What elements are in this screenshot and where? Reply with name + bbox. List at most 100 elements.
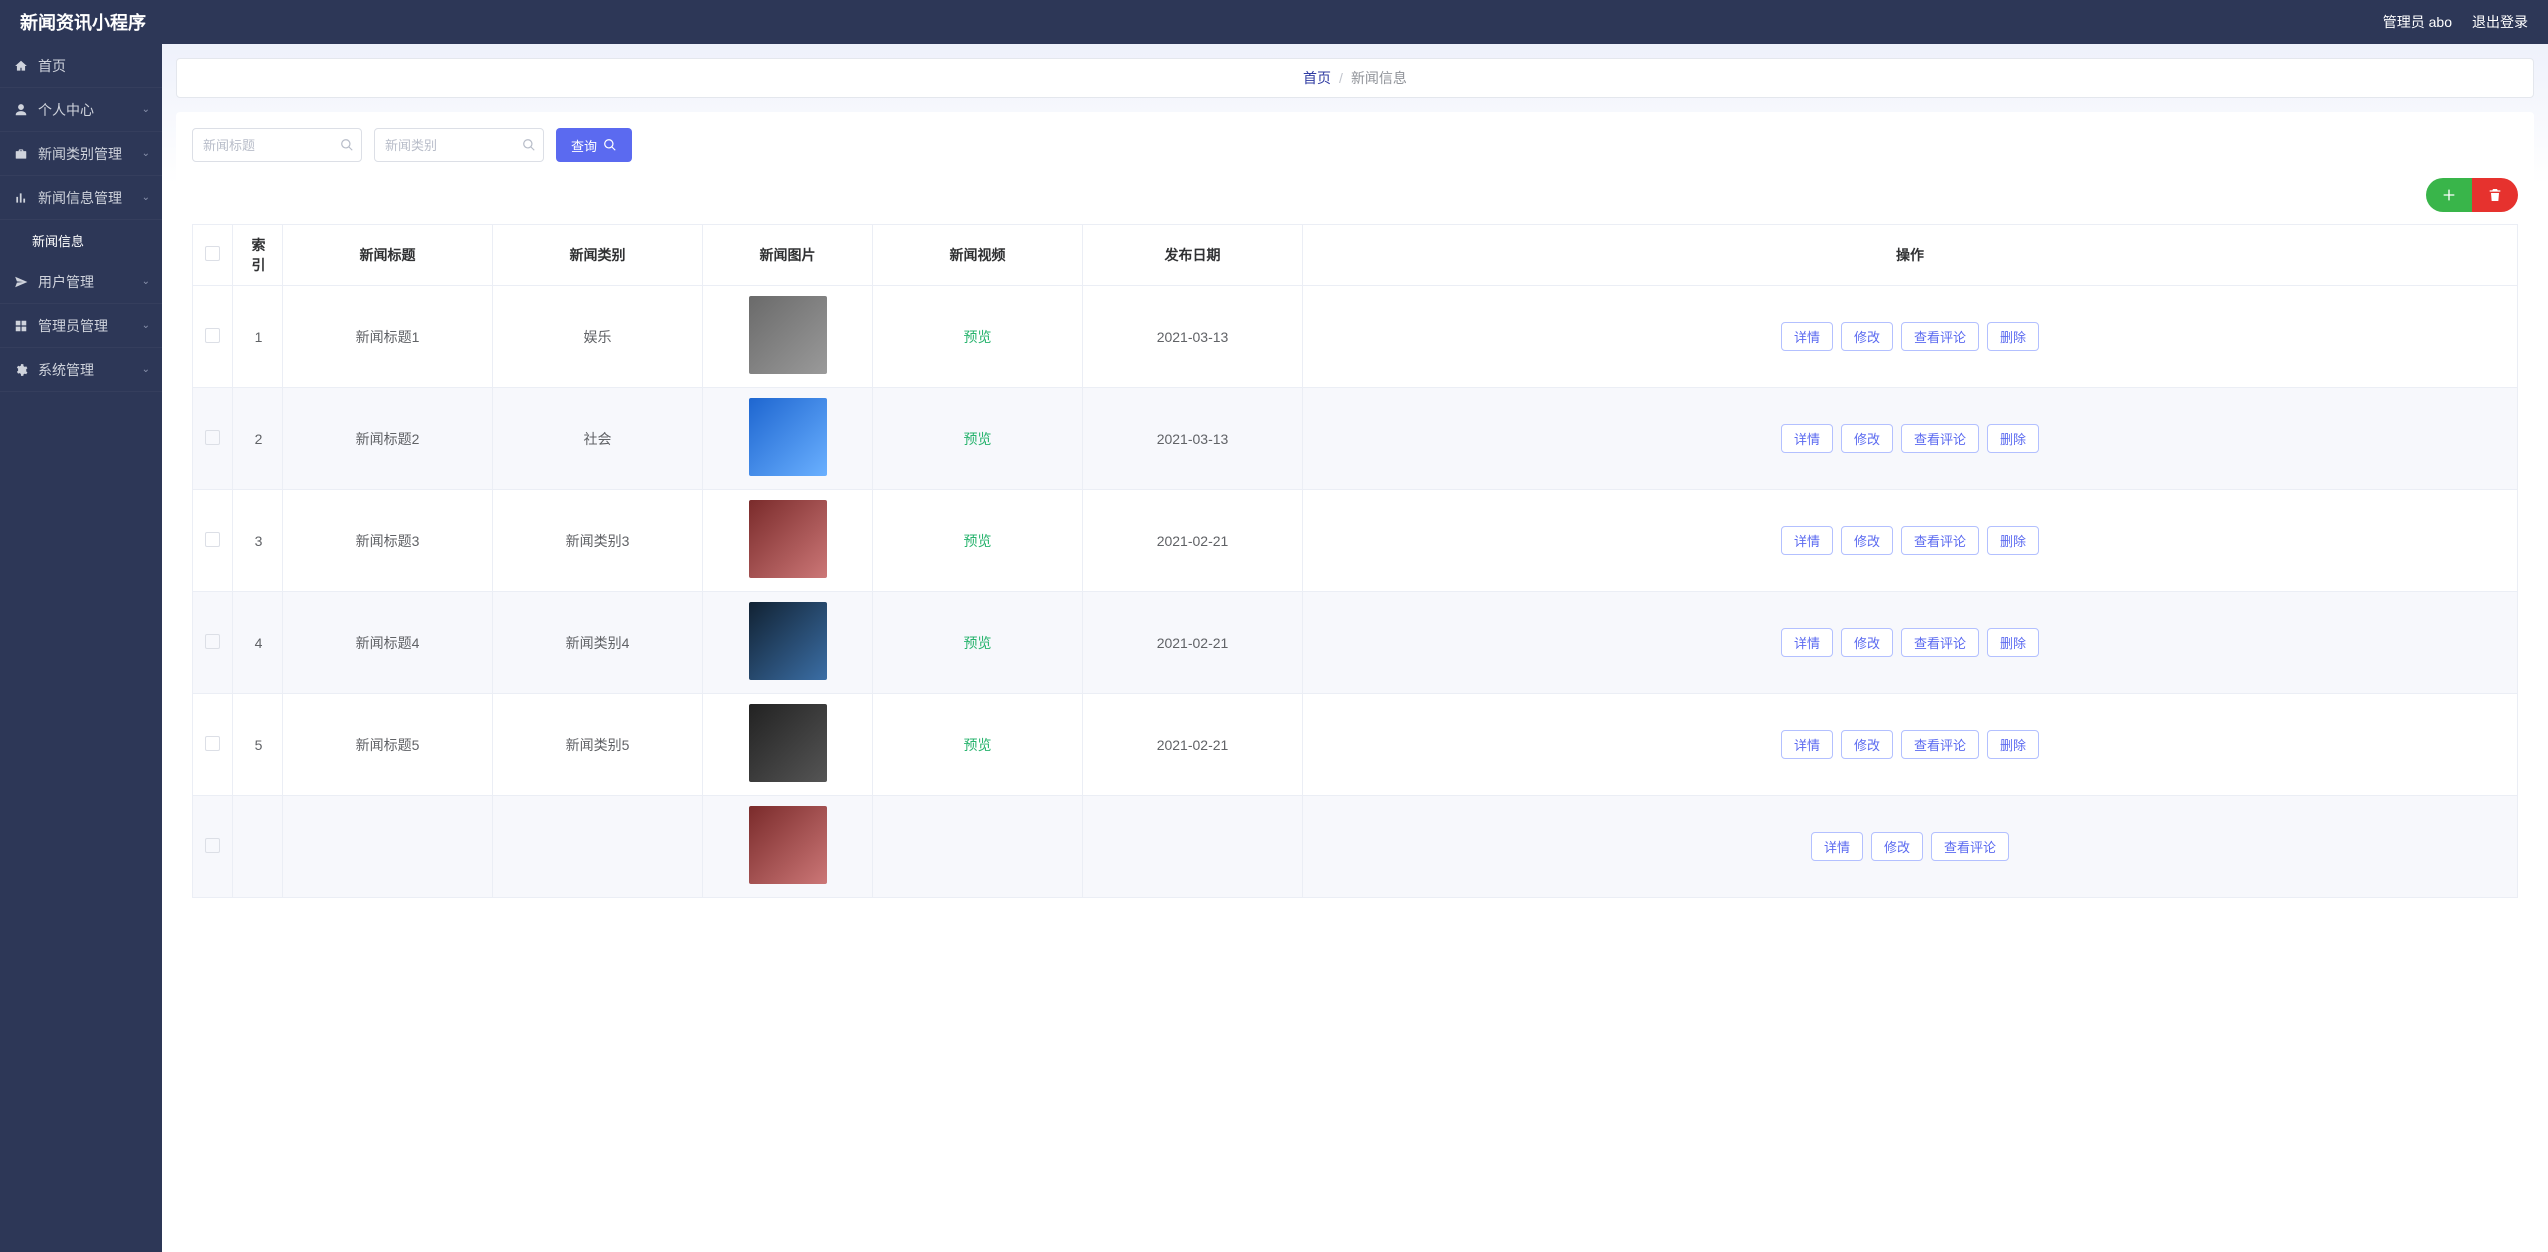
row-checkbox[interactable]	[205, 838, 220, 853]
th-video: 新闻视频	[873, 225, 1083, 286]
row-checkbox[interactable]	[205, 430, 220, 445]
cell-title: 新闻标题1	[283, 286, 493, 388]
breadcrumb-home[interactable]: 首页	[1303, 68, 1331, 88]
filter-toolbar: 查询	[192, 128, 2518, 162]
video-preview-link[interactable]: 预览	[964, 737, 992, 753]
delete-button[interactable]: 删除	[1987, 526, 2039, 555]
cell-image	[703, 694, 873, 796]
detail-button[interactable]: 详情	[1781, 628, 1833, 657]
cell-video: 预览	[873, 694, 1083, 796]
detail-button[interactable]: 详情	[1781, 730, 1833, 759]
edit-button[interactable]: 修改	[1841, 628, 1893, 657]
filter-category-input[interactable]	[374, 128, 544, 162]
cell-category: 新闻类别4	[493, 592, 703, 694]
edit-button[interactable]: 修改	[1841, 424, 1893, 453]
sidebar-subitem-news-info[interactable]: 新闻信息	[0, 220, 162, 260]
sidebar-item-label: 新闻信息管理	[38, 188, 122, 208]
cell-image	[703, 592, 873, 694]
detail-button[interactable]: 详情	[1781, 526, 1833, 555]
cell-title: 新闻标题4	[283, 592, 493, 694]
news-thumbnail[interactable]	[749, 704, 827, 782]
search-button-label: 查询	[571, 136, 597, 155]
delete-button[interactable]: 删除	[1987, 730, 2039, 759]
table-row: 4 新闻标题4 新闻类别4 预览 2021-02-21 详情 修改 查看评论 删…	[193, 592, 2518, 694]
row-checkbox[interactable]	[205, 328, 220, 343]
comments-button[interactable]: 查看评论	[1901, 526, 1979, 555]
breadcrumb-separator: /	[1339, 70, 1343, 86]
video-preview-link[interactable]: 预览	[964, 329, 992, 345]
sidebar-item-system[interactable]: 系统管理 ⌄	[0, 348, 162, 392]
search-button[interactable]: 查询	[556, 128, 632, 162]
sidebar-item-news[interactable]: 新闻信息管理 ⌄	[0, 176, 162, 220]
news-thumbnail[interactable]	[749, 806, 827, 884]
table-row: 2 新闻标题2 社会 预览 2021-03-13 详情 修改 查看评论 删除	[193, 388, 2518, 490]
delete-button[interactable]: 删除	[1987, 628, 2039, 657]
cell-title: 新闻标题5	[283, 694, 493, 796]
search-icon	[603, 138, 617, 152]
sidebar-item-profile[interactable]: 个人中心 ⌄	[0, 88, 162, 132]
chevron-down-icon: ⌄	[142, 148, 150, 159]
delete-button[interactable]: 删除	[1987, 424, 2039, 453]
filter-category-wrap	[374, 128, 544, 162]
bars-icon	[14, 191, 28, 205]
bulk-delete-button[interactable]	[2472, 178, 2518, 212]
action-bar	[192, 178, 2518, 212]
cell-image	[703, 388, 873, 490]
comments-button[interactable]: 查看评论	[1901, 730, 1979, 759]
sidebar-item-admins[interactable]: 管理员管理 ⌄	[0, 304, 162, 348]
select-all-checkbox[interactable]	[205, 246, 220, 261]
video-preview-link[interactable]: 预览	[964, 533, 992, 549]
plus-icon	[2441, 187, 2457, 203]
table-row: 1 新闻标题1 娱乐 预览 2021-03-13 详情 修改 查看评论 删除	[193, 286, 2518, 388]
sidebar-item-users[interactable]: 用户管理 ⌄	[0, 260, 162, 304]
edit-button[interactable]: 修改	[1841, 322, 1893, 351]
th-date: 发布日期	[1083, 225, 1303, 286]
breadcrumb-current: 新闻信息	[1351, 68, 1407, 88]
comments-button[interactable]: 查看评论	[1901, 424, 1979, 453]
home-icon	[14, 59, 28, 73]
cell-image	[703, 796, 873, 898]
filter-title-input[interactable]	[192, 128, 362, 162]
cell-title	[283, 796, 493, 898]
video-preview-link[interactable]: 预览	[964, 431, 992, 447]
detail-button[interactable]: 详情	[1781, 322, 1833, 351]
current-user[interactable]: 管理员 abo	[2383, 12, 2452, 32]
sidebar-item-label: 管理员管理	[38, 316, 108, 336]
cell-ops: 详情 修改 查看评论 删除	[1303, 388, 2518, 490]
trash-icon	[2487, 187, 2503, 203]
delete-button[interactable]: 删除	[1987, 322, 2039, 351]
news-thumbnail[interactable]	[749, 398, 827, 476]
sidebar-item-label: 个人中心	[38, 100, 94, 120]
sidebar-item-home[interactable]: 首页	[0, 44, 162, 88]
news-thumbnail[interactable]	[749, 602, 827, 680]
main-content: 首页 / 新闻信息 查询	[162, 44, 2548, 1252]
chevron-down-icon: ⌄	[142, 364, 150, 375]
cell-category: 新闻类别5	[493, 694, 703, 796]
edit-button[interactable]: 修改	[1841, 526, 1893, 555]
comments-button[interactable]: 查看评论	[1931, 832, 2009, 861]
detail-button[interactable]: 详情	[1781, 424, 1833, 453]
cell-ops: 详情 修改 查看评论 删除	[1303, 592, 2518, 694]
detail-button[interactable]: 详情	[1811, 832, 1863, 861]
row-checkbox[interactable]	[205, 736, 220, 751]
row-checkbox[interactable]	[205, 634, 220, 649]
cell-date: 2021-03-13	[1083, 286, 1303, 388]
cell-category	[493, 796, 703, 898]
edit-button[interactable]: 修改	[1841, 730, 1893, 759]
search-icon	[340, 138, 354, 152]
cell-title: 新闻标题2	[283, 388, 493, 490]
video-preview-link[interactable]: 预览	[964, 635, 992, 651]
comments-button[interactable]: 查看评论	[1901, 322, 1979, 351]
cell-ops: 详情 修改 查看评论 删除	[1303, 694, 2518, 796]
row-checkbox[interactable]	[205, 532, 220, 547]
th-image: 新闻图片	[703, 225, 873, 286]
sidebar-item-category[interactable]: 新闻类别管理 ⌄	[0, 132, 162, 176]
comments-button[interactable]: 查看评论	[1901, 628, 1979, 657]
news-thumbnail[interactable]	[749, 296, 827, 374]
add-button[interactable]	[2426, 178, 2472, 212]
cell-date: 2021-02-21	[1083, 592, 1303, 694]
logout-link[interactable]: 退出登录	[2472, 12, 2528, 32]
edit-button[interactable]: 修改	[1871, 832, 1923, 861]
breadcrumb: 首页 / 新闻信息	[176, 58, 2534, 98]
news-thumbnail[interactable]	[749, 500, 827, 578]
